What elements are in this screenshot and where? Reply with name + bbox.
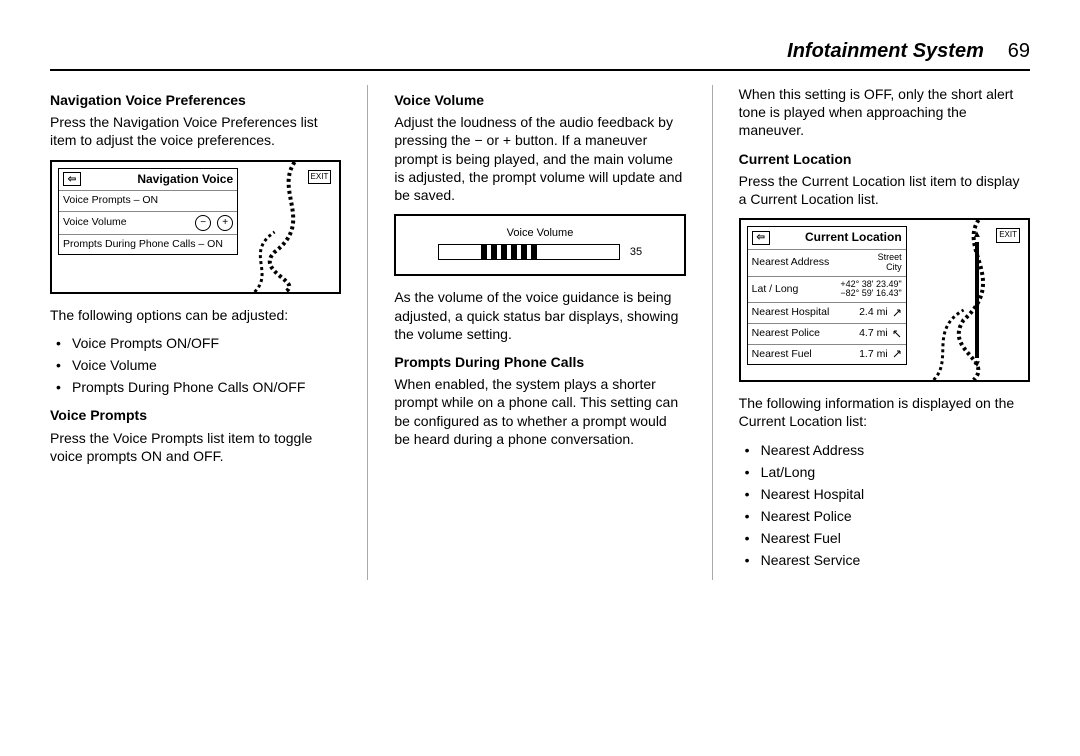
row-value: Street City <box>878 253 902 273</box>
heading-current-location: Current Location <box>739 150 1030 168</box>
panel-title-row: ⇦ Navigation Voice <box>59 169 237 192</box>
content-columns: Navigation Voice Preferences Press the N… <box>50 85 1030 580</box>
voice-volume-row: Voice Volume − + <box>59 212 237 235</box>
nearest-police-row[interactable]: Nearest Police 4.7 mi <box>748 324 906 345</box>
column-divider <box>367 85 368 580</box>
figure-voice-volume: Voice Volume 35 <box>394 214 685 276</box>
body-text: Adjust the loudness of the audio feedbac… <box>394 113 685 204</box>
heading-navigation-voice-preferences: Navigation Voice Preferences <box>50 91 341 109</box>
arrow-icon <box>892 349 902 359</box>
body-text: The following options can be adjusted: <box>50 306 341 324</box>
exit-button[interactable]: EXIT <box>996 228 1020 242</box>
list-item: Prompts During Phone Calls ON/OFF <box>50 378 341 396</box>
volume-title: Voice Volume <box>410 226 669 240</box>
row-label: Nearest Hospital <box>752 306 830 320</box>
volume-bar <box>438 244 620 260</box>
figure-current-location: EXIT ▲ ▼ ⇦ Current Location Nearest Addr… <box>739 218 1030 382</box>
prompts-during-calls-row[interactable]: Prompts During Phone Calls – ON <box>59 235 237 255</box>
back-icon[interactable]: ⇦ <box>752 231 770 245</box>
body-text: When enabled, the system plays a shorter… <box>394 375 685 448</box>
scroll-slider[interactable]: ▲ ▼ <box>971 230 983 370</box>
list-item: Nearest Address <box>739 441 1030 459</box>
heading-voice-prompts: Voice Prompts <box>50 406 341 424</box>
column-divider <box>712 85 713 580</box>
body-text: When this setting is OFF, only the short… <box>739 85 1030 140</box>
page-header: Infotainment System 69 <box>50 40 1030 63</box>
row-label: Nearest Police <box>752 327 820 341</box>
body-text: The following information is displayed o… <box>739 394 1030 430</box>
panel-title-row: ⇦ Current Location <box>748 227 906 250</box>
list-item: Lat/Long <box>739 463 1030 481</box>
minus-button[interactable]: − <box>195 215 211 231</box>
chevron-down-icon[interactable]: ▼ <box>972 360 982 370</box>
arrow-icon <box>892 329 902 339</box>
list-item: Voice Prompts ON/OFF <box>50 334 341 352</box>
list-item: Nearest Fuel <box>739 529 1030 547</box>
voice-prompts-label: Voice Prompts – ON <box>63 194 158 208</box>
nearest-fuel-row[interactable]: Nearest Fuel 1.7 mi <box>748 345 906 365</box>
row-value: +42° 38' 23.49" −82° 59' 16.43" <box>840 280 901 300</box>
row-value: 1.7 mi <box>859 348 888 362</box>
list-item: Nearest Hospital <box>739 485 1030 503</box>
nearest-hospital-row[interactable]: Nearest Hospital 2.4 mi <box>748 303 906 324</box>
heading-prompts-during-calls: Prompts During Phone Calls <box>394 353 685 371</box>
divider <box>50 69 1030 71</box>
column-3: When this setting is OFF, only the short… <box>739 85 1030 580</box>
row-value: 4.7 mi <box>859 327 888 341</box>
body-text: As the volume of the voice guidance is b… <box>394 288 685 343</box>
scroll-track <box>975 242 979 358</box>
volume-value: 35 <box>630 245 642 259</box>
arrow-icon <box>892 308 902 318</box>
body-text: Press the Voice Prompts list item to tog… <box>50 429 341 465</box>
panel-title: Current Location <box>805 230 902 246</box>
page-number: 69 <box>1008 40 1030 62</box>
column-1: Navigation Voice Preferences Press the N… <box>50 85 341 580</box>
options-list: Voice Prompts ON/OFF Voice Volume Prompt… <box>50 334 341 397</box>
panel-current-location: ⇦ Current Location Nearest Address Stree… <box>747 226 907 365</box>
body-text: Press the Navigation Voice Preferences l… <box>50 113 341 149</box>
row-value: 2.4 mi <box>859 306 888 320</box>
heading-voice-volume: Voice Volume <box>394 91 685 109</box>
list-item: Nearest Police <box>739 507 1030 525</box>
nearest-address-row[interactable]: Nearest Address Street City <box>748 250 906 277</box>
voice-volume-label: Voice Volume <box>63 216 127 230</box>
chevron-up-icon[interactable]: ▲ <box>972 230 982 240</box>
lat-long-row[interactable]: Lat / Long +42° 38' 23.49" −82° 59' 16.4… <box>748 277 906 304</box>
row-label: Lat / Long <box>752 283 799 297</box>
body-text: Press the Current Location list item to … <box>739 172 1030 208</box>
panel-navigation-voice: ⇦ Navigation Voice Voice Prompts – ON Vo… <box>58 168 238 256</box>
voice-prompts-row[interactable]: Voice Prompts – ON <box>59 191 237 212</box>
row-label: Nearest Address <box>752 256 830 270</box>
prompts-during-calls-label: Prompts During Phone Calls – ON <box>63 238 223 252</box>
location-info-list: Nearest Address Lat/Long Nearest Hospita… <box>739 441 1030 570</box>
back-icon[interactable]: ⇦ <box>63 172 81 186</box>
list-item: Nearest Service <box>739 551 1030 569</box>
list-item: Voice Volume <box>50 356 341 374</box>
section-title: Infotainment System <box>787 40 984 62</box>
panel-title: Navigation Voice <box>137 172 233 188</box>
exit-button[interactable]: EXIT <box>308 170 332 184</box>
column-2: Voice Volume Adjust the loudness of the … <box>394 85 685 580</box>
figure-navigation-voice: EXIT ⇦ Navigation Voice Voice Prompts – … <box>50 160 341 294</box>
plus-button[interactable]: + <box>217 215 233 231</box>
row-label: Nearest Fuel <box>752 348 812 362</box>
